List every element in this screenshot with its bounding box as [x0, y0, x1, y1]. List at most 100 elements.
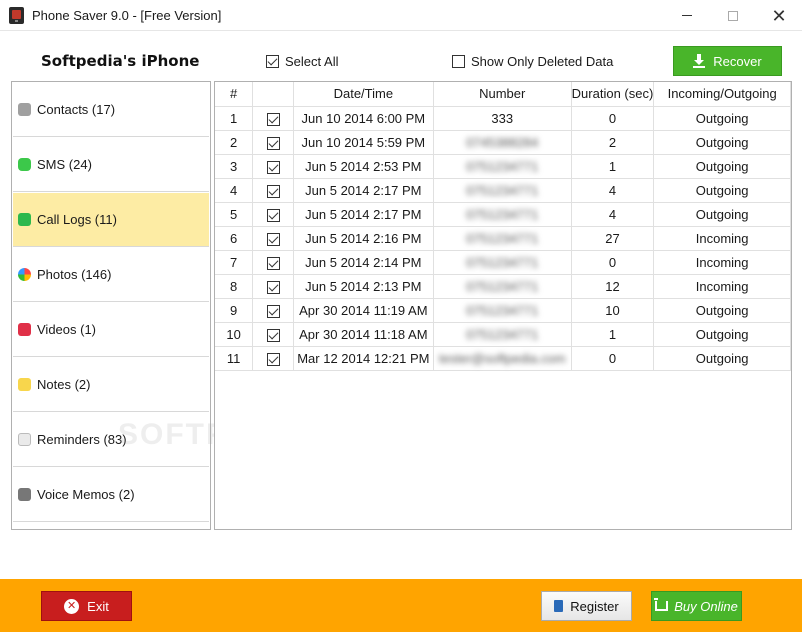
sidebar-item-call-logs[interactable]: Call Logs (11): [13, 193, 209, 247]
row-index-cell-value: 6: [229, 230, 238, 246]
table-row[interactable]: 9 Apr 30 2014 11:19 AM 0751234771 10 Outgoin…: [215, 298, 791, 323]
row-index-cell-value: 8: [229, 278, 238, 294]
number-cell-value: 0751234771: [466, 326, 539, 342]
number-cell: 0751234771: [433, 202, 572, 227]
row-index-cell-value: 1: [229, 110, 238, 126]
sidebar-item-label: Contacts (17): [37, 102, 116, 117]
row-checkbox[interactable]: [266, 208, 280, 222]
row-checkbox[interactable]: [266, 328, 280, 342]
row-checkbox[interactable]: [266, 304, 280, 318]
number-cell-value: 0745388284: [466, 134, 539, 150]
row-index-cell-value: 7: [229, 254, 238, 270]
buy-online-label: Buy Online: [674, 598, 738, 614]
table-row[interactable]: 1 Jun 10 2014 6:00 PM 333 0 Outgoing: [215, 106, 791, 131]
row-checkbox[interactable]: [266, 256, 280, 270]
column-header-duration[interactable]: Duration (sec): [571, 82, 655, 107]
row-checkbox-cell: [252, 322, 294, 347]
number-cell: 0751234771: [433, 178, 572, 203]
table-row[interactable]: 2 Jun 10 2014 5:59 PM 0745388284 2 Outgoing: [215, 130, 791, 155]
show-deleted-checkbox[interactable]: Show Only Deleted Data: [452, 54, 613, 69]
column-header-direction[interactable]: Incoming/Outgoing: [653, 82, 791, 107]
buy-online-button[interactable]: Buy Online: [651, 591, 742, 621]
number-cell: 0751234771: [433, 226, 572, 251]
sidebar-item-photos[interactable]: Photos (146): [13, 248, 209, 302]
close-button[interactable]: ✕: [756, 0, 802, 31]
exit-button[interactable]: ✕ Exit: [41, 591, 132, 621]
row-checkbox[interactable]: [266, 136, 280, 150]
register-button[interactable]: Register: [541, 591, 632, 621]
row-checkbox[interactable]: [266, 160, 280, 174]
register-icon: [554, 600, 564, 612]
datetime-cell-value: Jun 5 2014 2:17 PM: [305, 206, 422, 222]
show-deleted-check-box[interactable]: [452, 55, 465, 68]
number-cell-value: 0751234771: [466, 206, 539, 222]
row-checkbox-cell: [252, 250, 294, 275]
duration-cell: 27: [571, 226, 655, 251]
table-row[interactable]: 6 Jun 5 2014 2:16 PM 0751234771 27 Incoming: [215, 226, 791, 251]
contacts-icon: [18, 103, 31, 116]
select-all-check-box[interactable]: [266, 55, 279, 68]
table-row[interactable]: 11 Mar 12 2014 12:21 PM tester@softpedia.c…: [215, 346, 791, 371]
row-index-cell: 2: [215, 130, 254, 155]
title-bar: Phone Saver 9.0 - [Free Version] ✕: [0, 0, 802, 31]
column-header-checkbox[interactable]: [252, 82, 294, 107]
sidebar-item-sms[interactable]: SMS (24): [13, 138, 209, 192]
window-title: Phone Saver 9.0 - [Free Version]: [32, 8, 222, 23]
column-header-number[interactable]: Number: [433, 82, 572, 107]
number-cell-value: 0751234771: [466, 278, 539, 294]
footer-bar: ✕ Exit Register Buy Online: [0, 579, 802, 632]
sidebar-item-videos[interactable]: Videos (1): [13, 303, 209, 357]
datetime-cell-value: Jun 10 2014 5:59 PM: [301, 134, 426, 150]
datetime-cell-value: Apr 30 2014 11:19 AM: [299, 302, 428, 318]
row-index-cell: 6: [215, 226, 254, 251]
datetime-cell: Mar 12 2014 12:21 PM: [293, 346, 434, 371]
direction-cell-value: Outgoing: [695, 182, 749, 198]
row-checkbox-cell: [252, 346, 294, 371]
sidebar-item-contacts[interactable]: Contacts (17): [13, 83, 209, 137]
row-index-cell: 9: [215, 298, 254, 323]
photos-icon: [18, 268, 31, 281]
duration-cell: 12: [571, 274, 655, 299]
select-all-checkbox[interactable]: Select All: [266, 54, 338, 69]
number-cell-value: 0751234771: [466, 230, 539, 246]
duration-cell: 0: [571, 250, 655, 275]
table-row[interactable]: 10 Apr 30 2014 11:18 AM 0751234771 1 Outgoin…: [215, 322, 791, 347]
table-row[interactable]: 4 Jun 5 2014 2:17 PM 0751234771 4 Outgoing: [215, 178, 791, 203]
row-checkbox[interactable]: [266, 280, 280, 294]
row-checkbox[interactable]: [266, 352, 280, 366]
table-row[interactable]: 7 Jun 5 2014 2:14 PM 0751234771 0 Incoming: [215, 250, 791, 275]
row-checkbox[interactable]: [266, 184, 280, 198]
row-checkbox[interactable]: [266, 112, 280, 126]
column-header-number-index[interactable]: #: [215, 82, 254, 107]
duration-cell-value: 10: [605, 302, 620, 318]
cart-icon: [654, 598, 669, 611]
datetime-cell: Jun 5 2014 2:17 PM: [293, 202, 434, 227]
table-row[interactable]: 8 Jun 5 2014 2:13 PM 0751234771 12 Incoming: [215, 274, 791, 299]
row-index-cell: 3: [215, 154, 254, 179]
sidebar-item-notes[interactable]: Notes (2): [13, 358, 209, 412]
sidebar-item-label: SMS (24): [37, 157, 92, 172]
number-cell: 0751234771: [433, 322, 572, 347]
close-icon: ✕: [771, 5, 787, 26]
maximize-button[interactable]: [710, 0, 756, 31]
direction-cell-value: Incoming: [695, 278, 749, 294]
row-checkbox-cell: [252, 226, 294, 251]
sidebar-item-voice-memos[interactable]: Voice Memos (2): [13, 468, 209, 522]
row-checkbox[interactable]: [266, 232, 280, 246]
number-cell: 0745388284: [433, 130, 572, 155]
column-header-datetime[interactable]: Date/Time: [293, 82, 434, 107]
row-index-cell-value: 10: [226, 326, 241, 342]
datetime-cell: Apr 30 2014 11:19 AM: [293, 298, 434, 323]
number-cell: 0751234771: [433, 298, 572, 323]
table-row[interactable]: 3 Jun 5 2014 2:53 PM 0751234771 1 Outgoing: [215, 154, 791, 179]
table-row[interactable]: 5 Jun 5 2014 2:17 PM 0751234771 4 Outgoing: [215, 202, 791, 227]
datetime-cell: Jun 5 2014 2:14 PM: [293, 250, 434, 275]
duration-cell-value: 2: [608, 134, 617, 150]
app-icon: [9, 7, 24, 24]
videos-icon: [18, 323, 31, 336]
number-cell: 333: [433, 106, 572, 131]
duration-cell: 10: [571, 298, 655, 323]
recover-button[interactable]: Recover: [673, 46, 782, 76]
exit-label: Exit: [87, 598, 109, 614]
minimize-button[interactable]: [664, 0, 710, 31]
